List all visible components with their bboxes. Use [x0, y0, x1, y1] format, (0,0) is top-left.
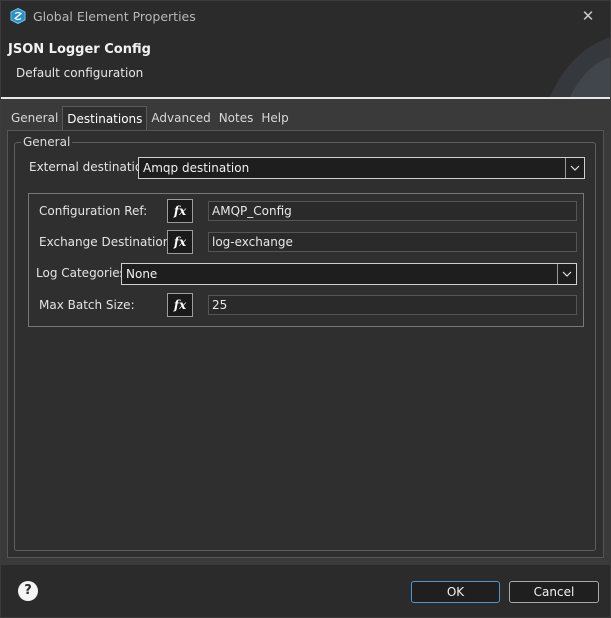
chevron-down-icon	[565, 158, 584, 178]
tab-bar: General Destinations Advanced Notes Help	[7, 106, 293, 130]
exchange-destination-fx-button[interactable]: fx	[167, 230, 193, 254]
anypoint-studio-icon	[10, 7, 26, 25]
cancel-button[interactable]: Cancel	[509, 581, 599, 603]
tab-advanced[interactable]: Advanced	[147, 106, 214, 130]
dialog-footer: ? OK Cancel	[1, 565, 610, 617]
max-batch-size-label: Max Batch Size:	[39, 298, 135, 312]
external-destination-value: Amqp destination	[143, 161, 250, 175]
external-destination-select[interactable]: Amqp destination	[138, 157, 585, 179]
destination-settings-box: Configuration Ref: fx AMQP_Config Exchan…	[28, 193, 584, 327]
log-categories-value: None	[126, 267, 158, 281]
log-categories-select[interactable]: None	[121, 263, 577, 285]
help-icon[interactable]: ?	[18, 581, 38, 601]
dialog-subtitle: Default configuration	[16, 66, 144, 80]
tab-notes[interactable]: Notes	[215, 106, 258, 130]
ok-button[interactable]: OK	[411, 581, 500, 603]
exchange-destination-label: Exchange Destination:	[39, 235, 175, 249]
header-decoration-graphic	[550, 37, 610, 97]
dialog-title: JSON Logger Config	[8, 42, 151, 57]
general-group: General External destination Amqp destin…	[14, 135, 596, 551]
configuration-ref-fx-button[interactable]: fx	[167, 199, 193, 223]
global-element-properties-dialog: Global Element Properties ✕ JSON Logger …	[0, 0, 611, 618]
dialog-body: General Destinations Advanced Notes Help…	[1, 99, 610, 565]
close-icon[interactable]: ✕	[578, 6, 598, 26]
tab-general[interactable]: General	[7, 106, 62, 130]
destinations-panel: General External destination Amqp destin…	[7, 130, 604, 558]
external-destination-label: External destination	[29, 160, 150, 174]
max-batch-size-fx-button[interactable]: fx	[167, 293, 193, 317]
title-bar: Global Element Properties ✕	[1, 1, 610, 31]
tab-help[interactable]: Help	[257, 106, 292, 130]
group-title: General	[21, 135, 73, 149]
exchange-destination-input[interactable]: log-exchange	[208, 232, 577, 252]
dialog-header: JSON Logger Config Default configuration	[1, 31, 610, 97]
configuration-ref-input[interactable]: AMQP_Config	[208, 201, 577, 221]
chevron-down-icon	[557, 264, 576, 284]
tab-destinations[interactable]: Destinations	[62, 106, 148, 130]
log-categories-label: Log Categories	[36, 266, 126, 280]
window-title: Global Element Properties	[33, 9, 196, 24]
max-batch-size-input[interactable]: 25	[208, 295, 577, 315]
configuration-ref-label: Configuration Ref:	[39, 204, 148, 218]
